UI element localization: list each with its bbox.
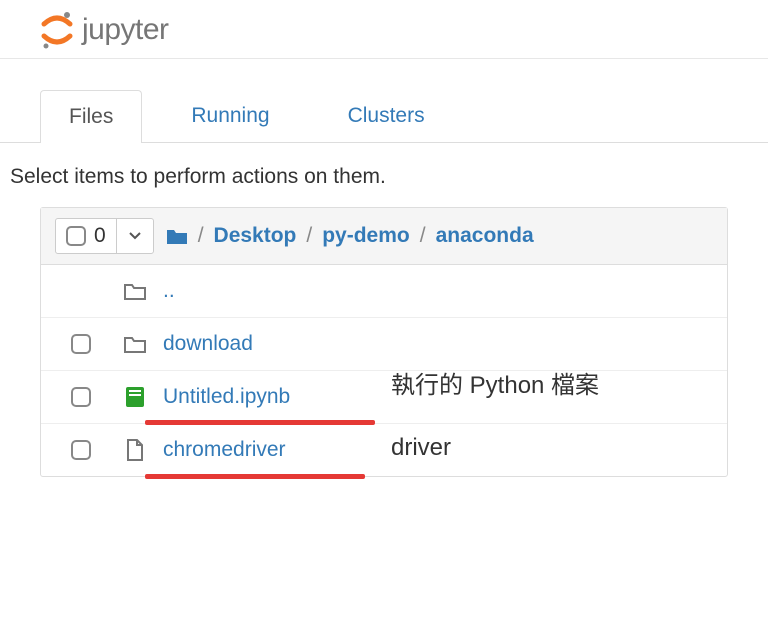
folder-icon[interactable] — [166, 227, 188, 245]
breadcrumb-sep: / — [420, 224, 426, 248]
breadcrumb-sep: / — [198, 224, 204, 248]
file-icon — [126, 439, 144, 461]
annotation-underline — [145, 474, 365, 479]
select-all-checkbox[interactable] — [66, 226, 86, 246]
folder-outline-icon — [124, 335, 146, 353]
annotation-label: driver — [391, 434, 451, 462]
list-item-file[interactable]: chromedriver driver — [41, 424, 727, 476]
tab-clusters[interactable]: Clusters — [319, 89, 454, 142]
jupyter-icon — [40, 10, 74, 50]
breadcrumb: / Desktop / py-demo / anaconda — [166, 224, 534, 248]
jupyter-logo[interactable]: jupyter — [40, 10, 728, 50]
row-checkbox[interactable] — [71, 334, 91, 354]
annotation-label: 執行的 Python 檔案 — [391, 365, 599, 400]
logo-text: jupyter — [82, 13, 169, 47]
notebook-icon — [125, 386, 145, 408]
tab-files[interactable]: Files — [40, 90, 142, 143]
tab-bar: Files Running Clusters — [0, 59, 768, 143]
list-item-notebook[interactable]: Untitled.ipynb 執行的 Python 檔案 — [41, 371, 727, 424]
breadcrumb-desktop[interactable]: Desktop — [214, 224, 297, 248]
list-item-parent[interactable]: .. — [41, 265, 727, 318]
list-item-folder[interactable]: download — [41, 318, 727, 371]
file-list: 0 / Desktop / py-demo / anaconda — [40, 207, 728, 477]
breadcrumb-sep: / — [306, 224, 312, 248]
item-name[interactable]: download — [163, 332, 253, 356]
hint-text: Select items to perform actions on them. — [0, 143, 768, 207]
item-name[interactable]: Untitled.ipynb — [163, 385, 290, 409]
tab-running[interactable]: Running — [162, 89, 298, 142]
item-name[interactable]: chromedriver — [163, 438, 286, 462]
select-dropdown[interactable] — [117, 219, 153, 253]
item-name[interactable]: .. — [163, 279, 175, 303]
list-toolbar: 0 / Desktop / py-demo / anaconda — [41, 208, 727, 265]
select-all-group[interactable]: 0 — [55, 218, 154, 254]
row-checkbox[interactable] — [71, 440, 91, 460]
breadcrumb-pydemo[interactable]: py-demo — [322, 224, 410, 248]
breadcrumb-anaconda[interactable]: anaconda — [436, 224, 534, 248]
selected-count: 0 — [94, 224, 106, 248]
chevron-down-icon — [129, 232, 141, 240]
folder-outline-icon — [124, 282, 146, 300]
row-checkbox[interactable] — [71, 387, 91, 407]
app-header: jupyter — [0, 0, 768, 59]
